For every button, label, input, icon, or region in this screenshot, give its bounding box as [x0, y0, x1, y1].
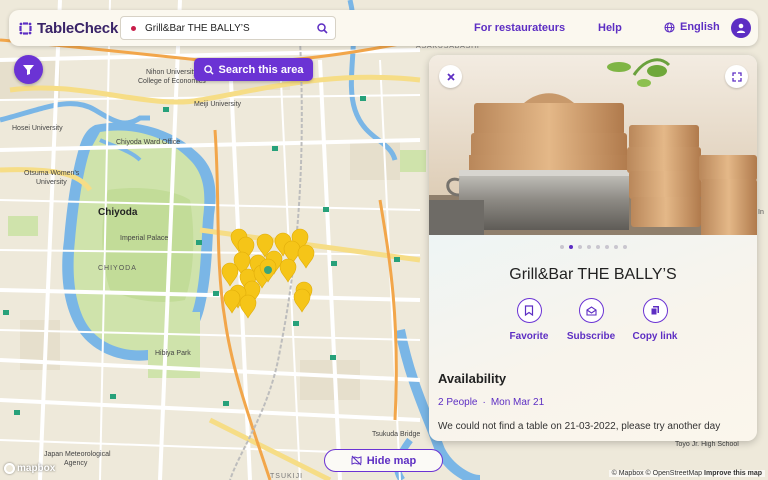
search-icon[interactable]: [317, 22, 328, 34]
carousel-dot[interactable]: [568, 245, 573, 249]
mail-icon: [578, 298, 604, 323]
search-input[interactable]: Grill&Bar THE BALLY’S: [120, 16, 336, 40]
subscribe-label: Subscribe: [566, 331, 616, 342]
hide-map-button[interactable]: Hide map: [324, 449, 443, 472]
search-query[interactable]: Grill&Bar THE BALLY’S: [145, 23, 317, 34]
restaurant-photo[interactable]: [429, 55, 757, 235]
map-label: Nihon University: [146, 69, 197, 76]
carousel-dot[interactable]: [604, 245, 609, 249]
map-label: Japan Meteorological: [44, 451, 111, 458]
japan-flag-icon: [131, 25, 136, 31]
map-label: Agency: [64, 460, 88, 467]
map-label: Imperial Palace: [120, 235, 168, 242]
language-selector[interactable]: English: [664, 21, 720, 33]
map-label: Meiji University: [194, 101, 242, 108]
map-label: Toyo Jr. High School: [675, 441, 739, 448]
help-link[interactable]: Help: [598, 22, 622, 34]
map-attribution: © Mapbox © OpenStreetMap Improve this ma…: [608, 470, 765, 477]
bookmark-icon: [516, 298, 542, 323]
carousel-dot[interactable]: [622, 245, 627, 249]
selected-pin-marker[interactable]: [264, 266, 272, 274]
copy-link-button[interactable]: Copy link: [615, 298, 695, 342]
globe-icon: [664, 21, 675, 33]
map-label: Tsukuda Bridge: [372, 431, 420, 438]
selected-date[interactable]: Mon Mar 21: [491, 397, 544, 408]
map-label: Hibiya Park: [155, 350, 191, 357]
party-size[interactable]: 2 People: [438, 397, 477, 408]
search-icon: [203, 64, 214, 75]
carousel-dot[interactable]: [613, 245, 618, 249]
availability-message: We could not find a table on 21-03-2022,…: [438, 421, 721, 432]
close-icon: [446, 72, 455, 81]
hide-map-label: Hide map: [366, 454, 417, 467]
availability-heading: Availability: [438, 371, 507, 386]
map-label: TSUKIJI: [270, 473, 303, 480]
mapbox-logo-text: mapbox: [17, 463, 56, 474]
carousel-dot[interactable]: [586, 245, 591, 249]
filter-icon: [23, 65, 34, 75]
copy-link-label: Copy link: [632, 331, 678, 342]
tablecheck-logo[interactable]: TableCheck: [19, 20, 125, 37]
user-account-icon[interactable]: [731, 18, 751, 38]
favorite-label: Favorite: [509, 331, 549, 342]
map-label: Hosei University: [12, 125, 63, 132]
carousel-dot[interactable]: [577, 245, 582, 249]
separator: ·: [482, 397, 486, 408]
mapbox-icon: [4, 463, 15, 474]
filter-button[interactable]: [14, 55, 43, 84]
improve-map-link[interactable]: Improve this map: [704, 470, 762, 477]
carousel-dot[interactable]: [559, 245, 564, 249]
map-label-side: In: [758, 209, 764, 216]
expand-card-button[interactable]: [725, 65, 748, 88]
search-this-area-label: Search this area: [218, 63, 304, 76]
expand-icon: [731, 71, 742, 82]
map-label: Chiyoda Ward Office: [116, 139, 180, 146]
brand-name: TableCheck: [37, 19, 119, 37]
language-label: English: [680, 21, 720, 33]
restaurant-name: Grill&Bar THE BALLY’S: [509, 266, 677, 283]
map-label: University: [36, 179, 67, 186]
tablecheck-logo-icon: [19, 21, 32, 35]
map-label: Otsuma Women's: [24, 170, 80, 177]
map-label: CHIYODA: [98, 265, 137, 272]
attribution-text[interactable]: © Mapbox © OpenStreetMap: [612, 470, 702, 477]
map-off-icon: [351, 455, 362, 466]
carousel-dot[interactable]: [595, 245, 600, 249]
availability-selection[interactable]: 2 People · Mon Mar 21: [438, 397, 544, 408]
restaurant-card: Grill&Bar THE BALLY’S Favorite Subscribe…: [429, 55, 757, 441]
search-this-area-button[interactable]: Search this area: [194, 58, 313, 81]
top-navigation-bar: TableCheck Grill&Bar THE BALLY’S For res…: [9, 10, 758, 46]
mapbox-logo[interactable]: mapbox: [4, 463, 55, 474]
photo-carousel-dots[interactable]: [429, 245, 757, 249]
for-restaurateurs-link[interactable]: For restaurateurs: [474, 22, 565, 34]
close-card-button[interactable]: [439, 65, 462, 88]
map-label: Chiyoda: [98, 207, 138, 218]
copy-icon: [642, 298, 668, 323]
